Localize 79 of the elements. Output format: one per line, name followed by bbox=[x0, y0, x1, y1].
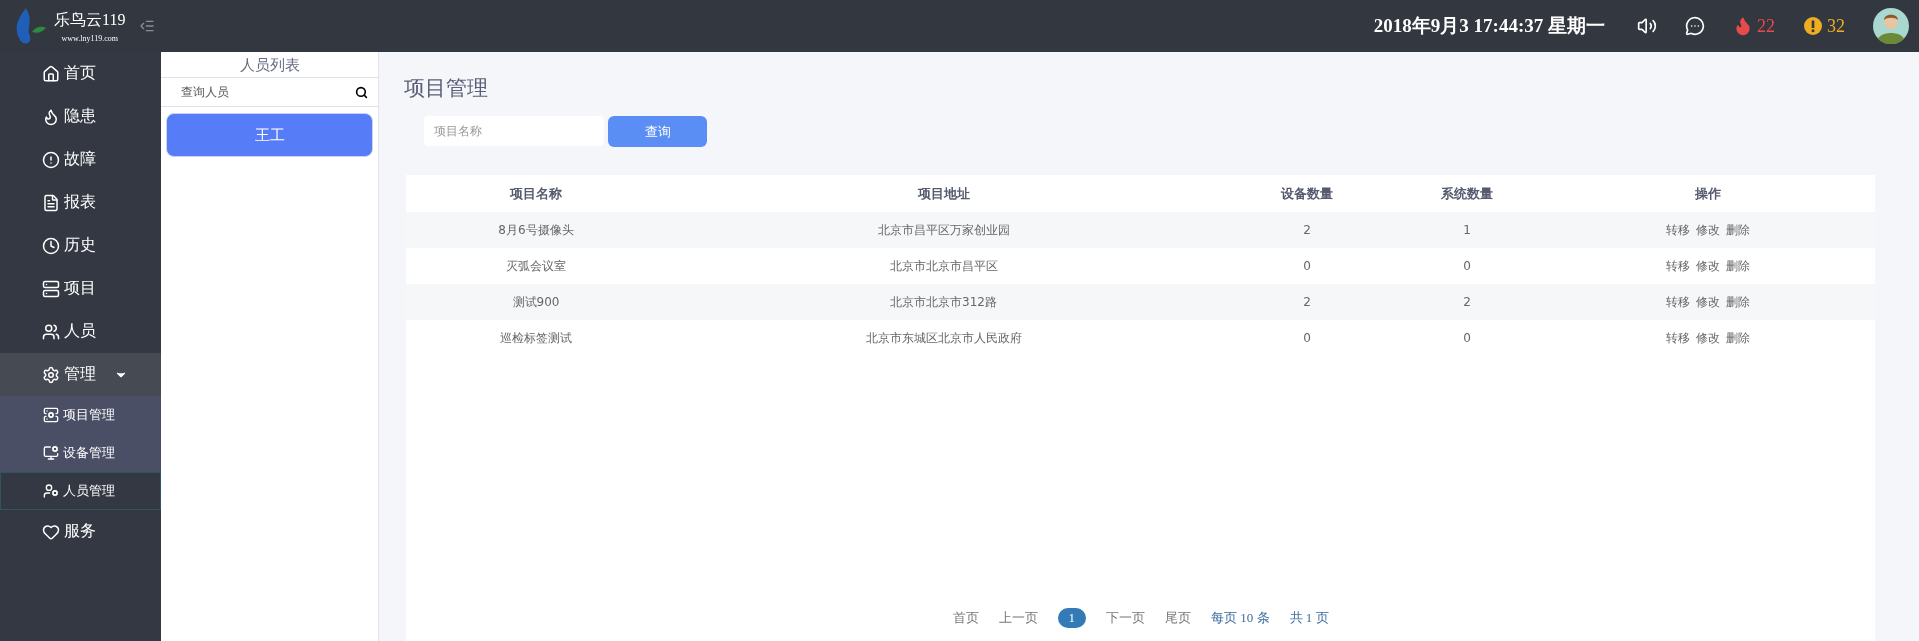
table-cell-text: 2 bbox=[1302, 223, 1312, 237]
nav-item[interactable]: 隐患 bbox=[0, 95, 161, 138]
table-cell-text: 测试900 bbox=[511, 293, 561, 311]
action-link[interactable]: 转移 bbox=[1666, 329, 1690, 347]
table-cell-text: 0 bbox=[1462, 331, 1472, 345]
server-icon bbox=[42, 279, 60, 298]
action-link[interactable]: 删除 bbox=[1726, 329, 1750, 347]
action-link[interactable]: 删除 bbox=[1726, 221, 1750, 239]
gear-icon bbox=[42, 365, 60, 384]
page-count-link[interactable]: 共 1 页 bbox=[1289, 609, 1329, 627]
action-link[interactable]: 转移 bbox=[1666, 257, 1690, 275]
action-link[interactable]: 修改 bbox=[1696, 221, 1720, 239]
nav-item[interactable]: 报表 bbox=[0, 181, 161, 224]
action-link[interactable]: 修改 bbox=[1696, 329, 1720, 347]
table-cell-text: 北京市北京市312路 bbox=[889, 293, 998, 311]
monitor-gear-icon bbox=[43, 445, 59, 461]
submenu-item[interactable]: 设备管理 bbox=[0, 434, 161, 472]
page-title: 项目管理 bbox=[404, 75, 489, 102]
column-header: 项目名称 bbox=[508, 184, 563, 203]
clock-icon bbox=[42, 236, 60, 255]
table-cell-text: 巡检标签测试 bbox=[499, 329, 573, 347]
menu-toggle-icon[interactable] bbox=[139, 18, 156, 34]
table-cell-text: 1 bbox=[1462, 223, 1472, 237]
nav-item[interactable]: 项目 bbox=[0, 267, 161, 310]
action-link[interactable]: 转移 bbox=[1666, 221, 1690, 239]
action-link[interactable]: 删除 bbox=[1726, 293, 1750, 311]
column-header: 系统数量 bbox=[1440, 184, 1494, 203]
table-cell-text: 北京市昌平区万家创业园 bbox=[876, 221, 1011, 239]
table-cell-text: 0 bbox=[1302, 331, 1312, 345]
date-time: 2018年9月3 17:44:37 星期一 bbox=[1373, 14, 1605, 38]
users-icon bbox=[42, 322, 60, 341]
table-cell-text: 2 bbox=[1462, 295, 1472, 309]
heart-icon bbox=[42, 522, 60, 541]
nav-item[interactable]: 历史 bbox=[0, 224, 161, 267]
person-item[interactable]: 王工 bbox=[166, 113, 373, 157]
prev-page-link[interactable]: 上一页 bbox=[998, 609, 1038, 627]
column-header: 设备数量 bbox=[1280, 184, 1334, 203]
action-link[interactable]: 删除 bbox=[1726, 257, 1750, 275]
project-name-field[interactable]: 项目名称 bbox=[424, 116, 604, 146]
flame-icon bbox=[42, 107, 60, 126]
nav-item[interactable]: 管理 bbox=[0, 353, 161, 396]
exclamation-icon bbox=[1803, 16, 1823, 36]
table-cell-text: 8月6号摄像头 bbox=[497, 221, 575, 239]
message-icon[interactable] bbox=[1685, 16, 1705, 36]
volume-icon[interactable] bbox=[1637, 16, 1657, 36]
alert-icon bbox=[42, 150, 60, 169]
page-number[interactable]: 1 bbox=[1057, 608, 1086, 628]
table-cell-text: 灭弧会议室 bbox=[505, 257, 567, 275]
home-icon bbox=[42, 64, 60, 83]
next-page-link[interactable]: 下一页 bbox=[1106, 609, 1145, 627]
avatar-icon[interactable] bbox=[1873, 8, 1909, 44]
document-icon bbox=[42, 193, 60, 212]
table-cell-text: 北京市东城区北京市人民政府 bbox=[864, 329, 1023, 347]
logo-title: 乐鸟云119 bbox=[54, 9, 126, 30]
action-link[interactable]: 修改 bbox=[1696, 257, 1720, 275]
alert-counter[interactable]: 32 bbox=[1803, 15, 1845, 37]
submenu-item[interactable]: 人员管理 bbox=[0, 472, 161, 510]
action-link[interactable]: 修改 bbox=[1696, 293, 1720, 311]
last-page-link[interactable]: 尾页 bbox=[1165, 609, 1191, 627]
nav-item[interactable]: 服务 bbox=[0, 510, 161, 553]
nav-item[interactable]: 首页 bbox=[0, 52, 161, 95]
column-header: 项目地址 bbox=[916, 184, 971, 203]
search-icon bbox=[355, 85, 368, 99]
logo-url: www.lny119.com bbox=[61, 33, 118, 43]
first-page-link[interactable]: 首页 bbox=[952, 609, 979, 627]
panel-title: 人员列表 bbox=[161, 52, 378, 78]
table-cell-text: 北京市北京市昌平区 bbox=[888, 257, 999, 275]
column-header: 操作 bbox=[1694, 184, 1722, 203]
user-gear-icon bbox=[43, 483, 59, 499]
action-link[interactable]: 转移 bbox=[1666, 293, 1690, 311]
flame-icon bbox=[1733, 16, 1753, 36]
page-size-link[interactable]: 每页 10 条 bbox=[1211, 609, 1270, 627]
table-cell-text: 0 bbox=[1302, 259, 1312, 273]
nav-item[interactable]: 人员 bbox=[0, 310, 161, 353]
submenu-item[interactable]: 项目管理 bbox=[0, 396, 161, 434]
nav-item[interactable]: 故障 bbox=[0, 138, 161, 181]
table-cell-text: 2 bbox=[1302, 295, 1312, 309]
table-cell-text: 0 bbox=[1462, 259, 1472, 273]
server-gear-icon bbox=[43, 407, 59, 423]
